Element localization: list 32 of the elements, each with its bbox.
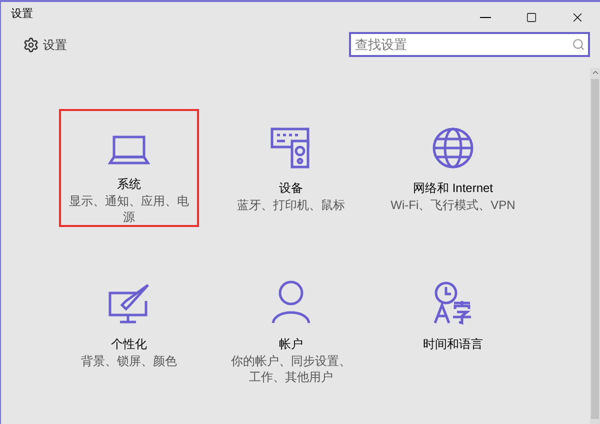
page-title: 设置 (43, 36, 67, 54)
settings-icon (23, 36, 39, 52)
category-tile[interactable]: 设备 蓝牙、打印机、鼠标 (221, 109, 361, 227)
tile-description: 你的帐户、同步设置、工作、其他用户 (230, 353, 352, 385)
category-tile[interactable]: 个性化 背景、锁屏、颜色 (59, 265, 199, 383)
category-tile[interactable]: 时间和语言 (383, 265, 523, 383)
tile-description: Wi-Fi、飞行模式、VPN (390, 197, 516, 213)
minimize-icon (480, 16, 490, 18)
person-icon (270, 279, 312, 325)
category-tile[interactable]: 系统 显示、通知、应用、电源 (59, 109, 199, 227)
tile-title: 帐户 (279, 336, 303, 353)
globe-icon (432, 127, 474, 169)
search-field[interactable]: 查找设置 (349, 32, 590, 57)
category-tile[interactable]: 网络和 Internet Wi-Fi、飞行模式、VPN (383, 109, 523, 227)
laptop-icon (108, 135, 150, 165)
keyboard-speaker-icon (270, 127, 312, 169)
tile-title: 系统 (117, 176, 141, 193)
scroll-up-icon[interactable] (590, 68, 600, 77)
maximize-icon (526, 12, 536, 22)
scrollbar-thumb[interactable] (591, 79, 599, 419)
monitor-brush-icon (108, 283, 150, 325)
tile-description: 蓝牙、打印机、鼠标 (236, 197, 346, 213)
tile-title: 时间和语言 (423, 336, 483, 353)
window-title: 设置 (11, 6, 33, 22)
tile-description: 显示、通知、应用、电源 (68, 193, 190, 225)
tile-title: 网络和 Internet (412, 180, 494, 197)
tile-title: 个性化 (111, 336, 147, 353)
clock-language-icon (432, 281, 474, 325)
category-tile[interactable]: 帐户 你的帐户、同步设置、工作、其他用户 (221, 265, 361, 383)
tile-description: 背景、锁屏、颜色 (80, 353, 178, 369)
search-icon (572, 38, 585, 51)
tile-title: 设备 (279, 180, 303, 197)
